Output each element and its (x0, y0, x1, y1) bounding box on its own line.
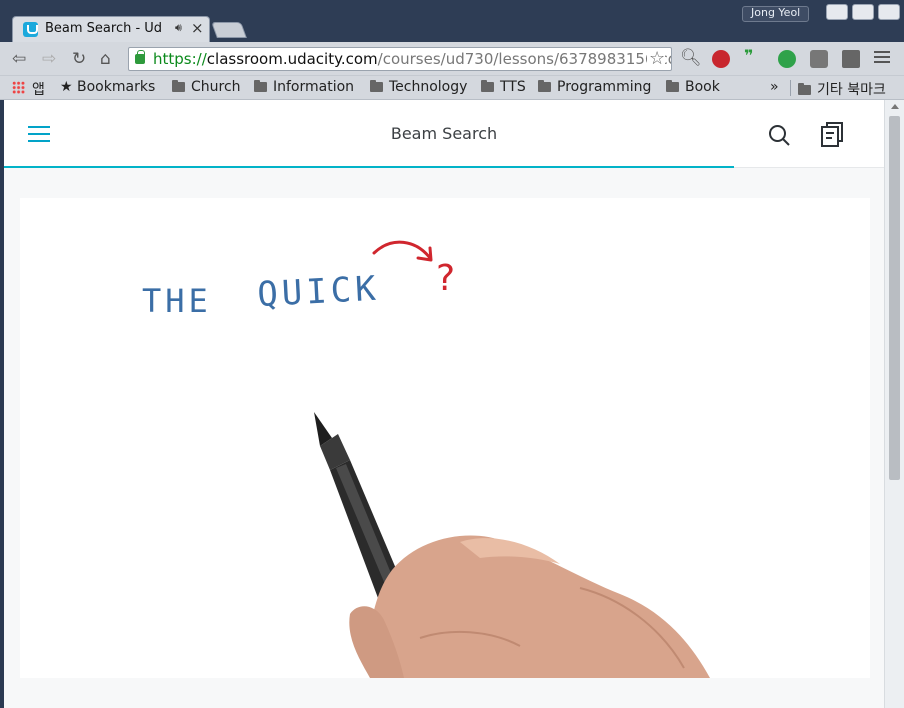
handwriting-word-the: THE (142, 282, 212, 320)
bookmarks-divider (790, 80, 791, 96)
folder-icon (798, 83, 811, 95)
lesson-title: Beam Search (390, 124, 498, 143)
folder-icon (538, 80, 551, 92)
handwriting-word-quick: QUICK (256, 269, 380, 315)
video-frame: THE QUICK ? (142, 240, 710, 678)
page-scrollbar[interactable] (884, 100, 904, 708)
reload-icon[interactable]: ↻ (72, 49, 86, 69)
window-titlebar: Beam Search - Ud 🔊︎ × Jong Yeol (0, 0, 904, 42)
maximize-button[interactable] (852, 4, 874, 20)
star-icon: ★ (60, 79, 78, 95)
bookmark-tts[interactable]: TTS (481, 79, 526, 95)
bookmark-bookmarks[interactable]: ★ Bookmarks (60, 79, 155, 95)
tab-close-icon[interactable]: × (191, 19, 204, 37)
notes-icon[interactable] (820, 122, 844, 148)
hand-illustration (349, 535, 710, 678)
camera-extension-icon[interactable] (810, 50, 828, 68)
classroom-header: Beam Search (4, 100, 884, 168)
bookmark-other[interactable]: 기타 북마크 (798, 79, 886, 99)
profile-button[interactable]: Jong Yeol (742, 6, 810, 22)
folder-icon (254, 80, 267, 92)
browser-tab-active[interactable]: Beam Search - Ud 🔊︎ × (12, 16, 210, 42)
address-bar[interactable]: https://classroom.udacity.com/courses/ud… (128, 47, 672, 71)
browser-toolbar: ⇦ ⇨ ↻ ⌂ https://classroom.udacity.com/co… (0, 42, 904, 76)
bookmark-church[interactable]: Church (172, 79, 241, 95)
media-extension-icon[interactable] (842, 50, 860, 68)
adblock-extension-icon[interactable] (712, 50, 730, 68)
new-tab-button[interactable] (211, 22, 247, 38)
handwriting-question-mark: ? (436, 258, 455, 299)
folder-icon (666, 80, 679, 92)
audio-playing-icon[interactable]: 🔊︎ (175, 21, 182, 35)
scroll-up-arrow-icon[interactable] (891, 104, 899, 109)
chrome-menu-icon[interactable] (874, 51, 890, 65)
close-window-button[interactable] (878, 4, 900, 20)
folder-icon (481, 80, 494, 92)
bookmarks-overflow-button[interactable]: » (770, 79, 779, 95)
folder-icon (172, 80, 185, 92)
folder-icon (370, 80, 383, 92)
home-icon[interactable]: ⌂ (100, 49, 111, 69)
bookmark-star-icon[interactable]: ☆ (647, 48, 666, 69)
search-icon[interactable] (768, 124, 790, 146)
scrollbar-thumb[interactable] (889, 116, 900, 480)
red-arrow-icon (372, 240, 432, 260)
quote-extension-icon[interactable]: ❞ (744, 46, 762, 65)
bookmark-programming[interactable]: Programming (538, 79, 651, 95)
url-text: https://classroom.udacity.com/courses/ud… (153, 50, 672, 68)
forward-arrow-icon[interactable]: ⇨ (42, 49, 56, 69)
back-arrow-icon[interactable]: ⇦ (12, 49, 26, 69)
lesson-progress-bar (4, 166, 735, 168)
video-player[interactable]: THE QUICK ? (20, 198, 870, 678)
bookmark-apps[interactable]: 앱 (32, 79, 45, 99)
minimize-button[interactable] (826, 4, 848, 20)
bookmark-technology[interactable]: Technology (370, 79, 467, 95)
magnifier-extension-icon[interactable]: 🔍︎ (680, 48, 702, 68)
apps-grid-icon[interactable] (12, 81, 25, 94)
udacity-favicon-icon (23, 22, 38, 37)
bookmarks-bar: 앱 ★ Bookmarks Church Information Technol… (0, 76, 904, 100)
id-extension-icon[interactable] (778, 50, 796, 68)
bookmark-book[interactable]: Book (666, 79, 720, 95)
tab-title: Beam Search - Ud (45, 21, 161, 36)
lock-icon (135, 50, 145, 64)
bookmark-information[interactable]: Information (254, 79, 354, 95)
page-content: Beam Search THE QUICK ? (4, 100, 884, 708)
